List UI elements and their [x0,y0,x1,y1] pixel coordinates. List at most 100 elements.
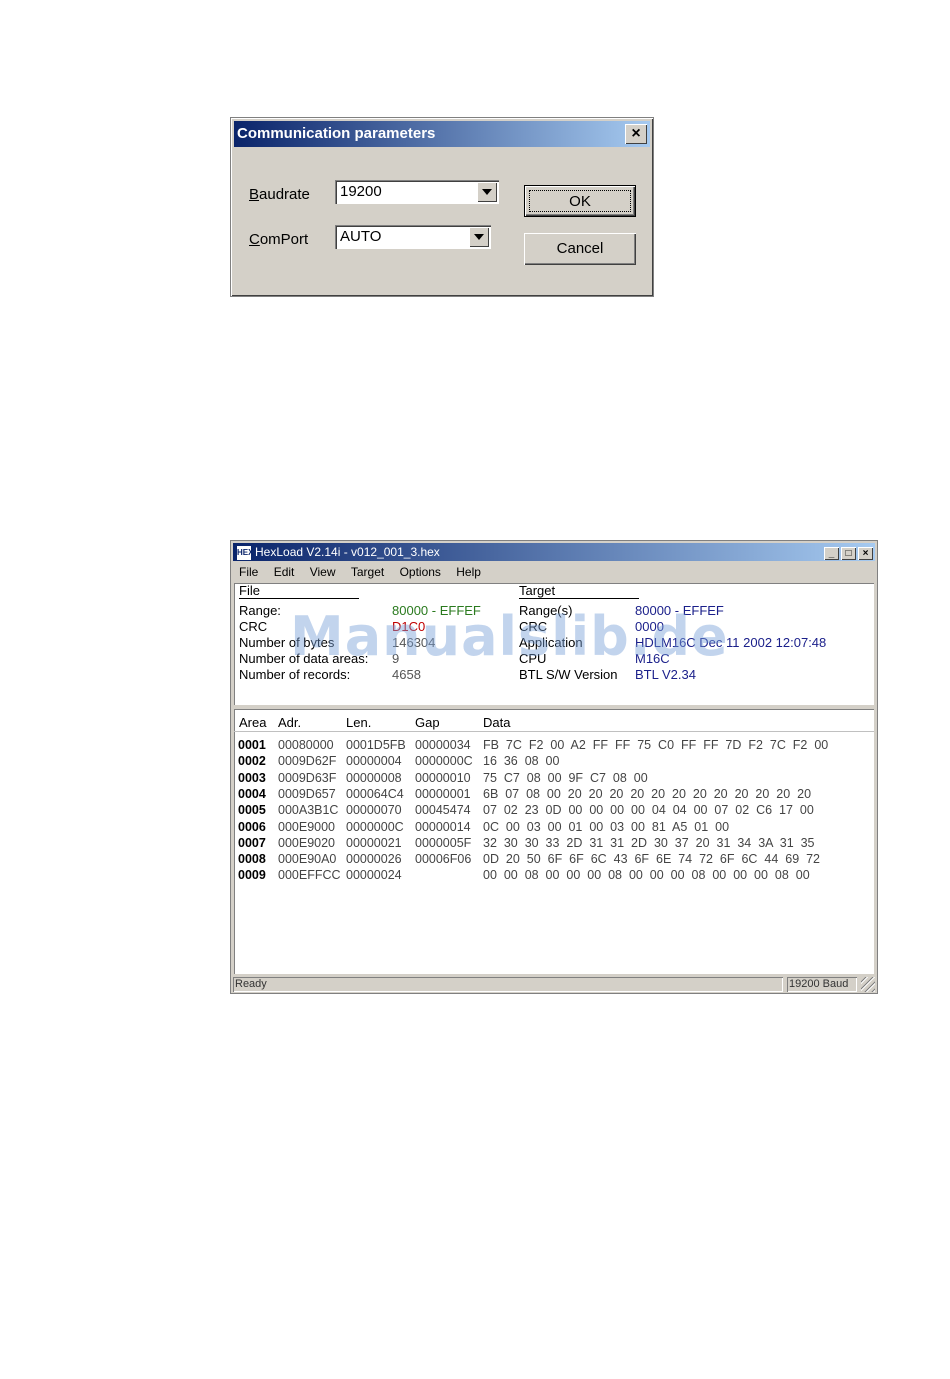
dialog-close-button[interactable]: × [625,124,647,144]
gap-cell: 00006F06 [415,852,472,867]
adr-cell: 0009D63F [278,770,337,785]
target-btl-label: BTL S/W Version [519,667,618,682]
gap-cell: 00000001 [415,786,471,801]
table-row[interactable]: 0002 0009D62F 00000004 0000000C 16 36 08 00 [238,754,868,770]
file-records-value: 4658 [392,667,421,682]
data-cell: 0D 20 50 6F 6F 6C 43 6F 6E 74 72 6F 6C 4… [483,852,820,867]
menu-help[interactable]: Help [456,565,481,579]
status-text: Ready [233,977,783,992]
area-cell: 0004 [238,786,266,801]
chevron-down-icon[interactable] [469,227,489,247]
column-header-data[interactable]: Data [483,715,510,730]
adr-cell: 0009D657 [278,786,336,801]
communication-parameters-dialog: Communication parameters × Baudrate 1920… [230,117,654,297]
area-cell: 0008 [238,852,266,867]
adr-cell: 000E9020 [278,835,336,850]
cancel-button[interactable]: Cancel [524,233,636,265]
file-records-label: Number of records: [239,667,351,682]
len-cell: 0000000C [346,819,404,834]
baudrate-combobox[interactable]: 19200 [335,180,499,204]
comport-label: ComPort [249,231,309,248]
area-cell: 0009 [238,868,266,883]
data-cell: 6B 07 08 00 20 20 20 20 20 20 20 20 20 2… [483,786,812,801]
adr-cell: 00080000 [278,738,334,752]
dialog-title: Communication parameters [234,121,650,147]
menu-view[interactable]: View [310,565,336,579]
table-row[interactable]: 0008 000E90A0 00000026 00006F06 0D 20 50 6F … [238,852,868,868]
header-divider [234,731,874,732]
column-header-area[interactable]: Area [239,715,266,730]
status-baud: 19200 Baud [787,977,857,992]
column-header-gap[interactable]: Gap [415,715,440,730]
data-cell: FB 7C F2 00 A2 FF FF 75 C0 FF FF 7D F2 7… [483,738,829,752]
column-header-len[interactable]: Len. [346,715,371,730]
len-cell: 00000026 [346,852,402,867]
gap-cell: 00000014 [415,819,471,834]
len-cell: 00000021 [346,835,402,850]
baudrate-label: Baudrate [249,186,310,203]
adr-cell: 000E9000 [278,819,336,834]
focus-rect [529,190,631,212]
maximize-button[interactable]: □ [841,547,856,560]
resize-grip-icon[interactable] [861,977,875,992]
data-areas-list[interactable]: Area Adr. Len. Gap Data 0001 00080000 0001… [234,709,874,974]
window-title-text: HexLoad V2.14i - v012_001_3.hex [255,545,440,559]
window-title: HEX HexLoad V2.14i - v012_001_3.hex _ □ … [233,543,875,561]
data-cell: 32 30 30 33 2D 31 31 2D 30 37 20 31 34 3… [483,835,815,850]
data-cell: 75 C7 08 00 9F C7 08 00 [483,770,648,785]
chevron-down-icon[interactable] [477,182,497,202]
target-section-heading: Target [519,583,639,599]
area-cell: 0006 [238,819,266,834]
table-row[interactable]: 0003 0009D63F 00000008 00000010 75 C7 08 00 … [238,771,868,787]
table-row[interactable]: 0001 00080000 0001D5FB 00000034 FB 7C F2 00 … [238,738,868,754]
comport-combobox[interactable]: AUTO [335,225,491,249]
file-crc-label: CRC [239,619,268,634]
hexload-app-icon: HEX [237,546,253,560]
gap-cell: 0000005F [415,835,472,850]
len-cell: 00000004 [346,754,402,769]
data-cell: 0C 00 03 00 01 00 03 00 81 A5 01 00 [483,819,730,834]
len-cell: 00000024 [346,868,402,883]
menu-bar: File Edit View Target Options Help [233,562,875,582]
area-cell: 0007 [238,835,266,850]
gap-cell: 0000000C [415,754,473,769]
menu-options[interactable]: Options [400,565,441,579]
minimize-button[interactable]: _ [824,547,839,560]
data-cell: 16 36 08 00 [483,754,560,769]
menu-edit[interactable]: Edit [274,565,295,579]
table-row[interactable]: 0009 000EFFCC 00000024 00 00 08 00 00 00 08… [238,868,868,884]
menu-file[interactable]: File [239,565,258,579]
len-cell: 000064C4 [346,786,404,801]
adr-cell: 000EFFCC [278,868,341,883]
menu-target[interactable]: Target [351,565,384,579]
table-row[interactable]: 0006 000E9000 0000000C 00000014 0C 00 03 00 … [238,820,868,836]
watermark: Manualslib.de [290,605,729,668]
file-range-label: Range: [239,603,281,618]
gap-cell: 00000010 [415,770,471,785]
len-cell: 0001D5FB [346,738,406,752]
target-btl-value: BTL V2.34 [635,667,696,682]
len-cell: 00000070 [346,803,402,818]
file-section-heading: File [239,583,359,599]
table-row[interactable]: 0004 0009D657 000064C4 00000001 6B 07 08 00 … [238,787,868,803]
adr-cell: 000A3B1C [278,803,339,818]
area-cell: 0001 [238,738,266,752]
len-cell: 00000008 [346,770,402,785]
area-cell: 0002 [238,754,266,769]
adr-cell: 0009D62F [278,754,337,769]
gap-cell: 00000034 [415,738,471,752]
table-row[interactable]: 0007 000E9020 00000021 0000005F 32 30 30 33 … [238,836,868,852]
gap-cell: 00045474 [415,803,471,818]
comport-value: AUTO [340,228,382,245]
data-cell: 00 00 08 00 00 00 08 00 00 00 08 00 00 0… [483,868,810,883]
baudrate-value: 19200 [340,183,382,200]
close-button[interactable]: × [858,547,873,560]
column-header-adr[interactable]: Adr. [278,715,301,730]
ok-button[interactable]: OK [524,185,636,217]
status-bar: Ready 19200 Baud [233,977,875,992]
data-cell: 07 02 23 0D 00 00 00 00 04 04 00 07 02 C… [483,803,814,818]
area-cell: 0005 [238,803,266,818]
adr-cell: 000E90A0 [278,852,337,867]
table-row[interactable]: 0005 000A3B1C 00000070 00045474 07 02 23 0D … [238,803,868,819]
area-cell: 0003 [238,770,266,785]
